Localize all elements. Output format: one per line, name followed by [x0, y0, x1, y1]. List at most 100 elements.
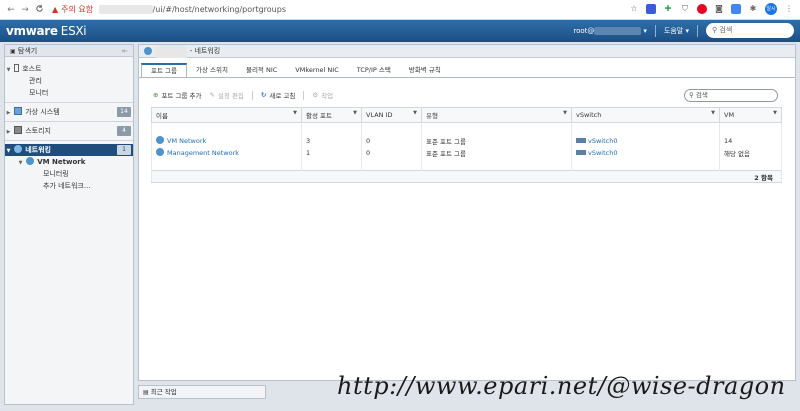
- nav-item-monitor[interactable]: 모니터: [5, 87, 133, 99]
- table-row[interactable]: Management Network 1 0 표준 포트 그룹 vSwitch0…: [151, 146, 782, 159]
- navigator-title: ▣ 탐색기 ⇤: [5, 45, 133, 57]
- column-header-name[interactable]: 이름 ▼: [151, 107, 302, 123]
- logo-esxi: ESXi: [60, 24, 87, 38]
- column-label: vSwitch: [576, 111, 602, 119]
- main-panel: esxi-host - 네트워킹 포트 그룹 가상 스위치 물리적 NIC VM…: [138, 44, 796, 381]
- spacer-row: [151, 122, 782, 135]
- host-icon: [14, 64, 20, 72]
- forward-button[interactable]: →: [18, 5, 32, 15]
- nav-more-networks-label: 추가 네트워크...: [43, 182, 91, 190]
- header-search-placeholder: 검색: [719, 26, 733, 34]
- portgroup-icon: [156, 136, 164, 144]
- expand-icon[interactable]: ▶: [5, 107, 12, 119]
- tab-physical-nics[interactable]: 물리적 NIC: [237, 63, 286, 77]
- menu-icon[interactable]: ⋮: [784, 4, 794, 14]
- refresh-icon: ↻: [260, 91, 267, 99]
- vswitch-link[interactable]: vSwitch0: [588, 137, 617, 145]
- nav-item-storage[interactable]: ▶ 스토리지 4: [5, 125, 133, 137]
- column-header-active-ports[interactable]: 활성 포트 ▼: [301, 107, 362, 123]
- actions-label: 작업: [321, 92, 334, 100]
- column-menu-icon[interactable]: ▼: [293, 110, 297, 116]
- tab-tcpip-stacks[interactable]: TCP/IP 스택: [348, 63, 400, 77]
- table-header-row: 이름 ▼ 활성 포트 ▼ VLAN ID ▼ 유형 ▼ vSwitch ▼ VM ▼: [151, 107, 782, 123]
- help-label: 도움말: [663, 26, 684, 35]
- nav-item-more-networks[interactable]: 추가 네트워크...: [5, 180, 133, 192]
- actions-button[interactable]: ⚙ 작업: [312, 90, 333, 100]
- extension-icon-3[interactable]: [731, 4, 741, 14]
- pinterest-icon[interactable]: [697, 4, 707, 14]
- add-port-group-button[interactable]: ⊕ 포트 그룹 추가: [153, 90, 201, 100]
- recent-tasks-label: 최근 작업: [150, 388, 177, 396]
- extension-icon-1[interactable]: [646, 4, 656, 14]
- column-menu-icon[interactable]: ▼: [563, 110, 567, 116]
- nav-item-host[interactable]: ▼ 호스트: [5, 63, 133, 75]
- search-icon: ⚲: [712, 26, 718, 34]
- nav-manage-label: 관리: [29, 77, 42, 85]
- search-icon: ⚲: [689, 91, 694, 99]
- nav-divider: [5, 102, 133, 103]
- security-warning[interactable]: 주의 요함: [61, 4, 93, 15]
- nav-divider: [5, 121, 133, 122]
- nav-vms-label: 가상 시스템: [25, 108, 60, 116]
- tab-firewall-rules[interactable]: 방화벽 규칙: [400, 63, 450, 77]
- user-menu[interactable]: root@192.168.0.10 ▾: [573, 26, 647, 35]
- recent-tasks-tab[interactable]: ▤ 최근 작업: [138, 385, 266, 399]
- portgroup-link[interactable]: VM Network: [167, 137, 206, 145]
- table-footer: 2 항목: [151, 170, 782, 183]
- nav-item-networking[interactable]: ▼ 네트워킹 1: [5, 144, 133, 156]
- column-header-vlan-id[interactable]: VLAN ID ▼: [361, 107, 422, 123]
- tab-vmkernel-nics[interactable]: VMkernel NIC: [286, 63, 347, 77]
- toolbar-divider: [303, 90, 305, 100]
- puzzle-icon[interactable]: ✱: [748, 4, 758, 14]
- nav-monitor-label: 모니터: [29, 89, 49, 97]
- refresh-button[interactable]: ↻ 새로 고침: [261, 90, 295, 100]
- user-host-redacted: 192.168.0.10: [594, 26, 642, 35]
- profile-avatar[interactable]: 일시: [765, 3, 777, 15]
- nav-item-vm-network[interactable]: ▼ VM Network: [5, 156, 133, 168]
- cell-vswitch[interactable]: vSwitch0: [571, 134, 720, 147]
- cell-name[interactable]: VM Network: [151, 134, 302, 147]
- tab-port-groups[interactable]: 포트 그룹: [141, 63, 187, 77]
- grid-toolbar: ⊕ 포트 그룹 추가 ✎ 설정 편집 ↻ 새로 고침 ⚙ 작업: [153, 90, 341, 100]
- column-menu-icon[interactable]: ▼: [773, 110, 777, 116]
- column-menu-icon[interactable]: ▼: [711, 110, 715, 116]
- reload-button[interactable]: [32, 4, 46, 16]
- extension-icon-2[interactable]: ✚: [663, 4, 673, 14]
- address-bar[interactable]: ▲ 주의 요함 192.168.0.10 /ui/#/host/networki…: [52, 2, 286, 18]
- cell-vswitch[interactable]: vSwitch0: [571, 146, 720, 159]
- header-search-input[interactable]: ⚲ 검색: [706, 23, 794, 38]
- tab-bar: 포트 그룹 가상 스위치 물리적 NIC VMkernel NIC TCP/IP…: [141, 63, 450, 77]
- nav-item-manage[interactable]: 관리: [5, 75, 133, 87]
- column-menu-icon[interactable]: ▼: [353, 110, 357, 116]
- header-divider: [654, 24, 656, 37]
- edit-settings-button[interactable]: ✎ 설정 편집: [209, 90, 243, 100]
- expand-icon[interactable]: ▶: [5, 126, 12, 138]
- nav-vm-network-monitor-label: 모니터링: [43, 170, 69, 178]
- grid-search-input[interactable]: ⚲ 검색: [684, 89, 778, 102]
- nav-item-vm-network-monitor[interactable]: 모니터링: [5, 168, 133, 180]
- column-header-vswitch[interactable]: vSwitch ▼: [571, 107, 720, 123]
- vswitch-icon: [576, 137, 586, 143]
- column-menu-icon[interactable]: ▼: [413, 110, 417, 116]
- column-label: 유형: [426, 112, 438, 120]
- portgroup-link[interactable]: Management Network: [167, 149, 239, 157]
- tab-virtual-switches[interactable]: 가상 스위치: [187, 63, 237, 77]
- column-header-type[interactable]: 유형 ▼: [421, 107, 572, 123]
- esxi-header: vmware ESXi root@192.168.0.10 ▾ 도움말 ▾ ⚲ 검…: [0, 20, 800, 42]
- host-name-redacted: esxi-host: [155, 44, 187, 58]
- column-header-vm[interactable]: VM ▼: [719, 107, 782, 123]
- cell-name[interactable]: Management Network: [151, 146, 302, 159]
- add-port-group-label: 포트 그룹 추가: [161, 92, 202, 100]
- table-row[interactable]: VM Network 3 0 표준 포트 그룹 vSwitch0 14: [151, 134, 782, 147]
- cell-vm: 14: [719, 134, 782, 147]
- back-button[interactable]: ←: [4, 5, 18, 15]
- nav-item-vms[interactable]: ▶ 가상 시스템 14: [5, 106, 133, 118]
- warning-icon: ▲: [52, 5, 59, 14]
- url-host-redacted: 192.168.0.10: [99, 5, 153, 14]
- star-icon[interactable]: ☆: [629, 4, 639, 14]
- help-menu[interactable]: 도움말 ▾: [664, 26, 689, 36]
- vswitch-link[interactable]: vSwitch0: [588, 149, 617, 157]
- collapse-icon[interactable]: ⇤: [122, 45, 128, 57]
- shield-icon[interactable]: ⛉: [680, 4, 690, 14]
- camera-icon[interactable]: ◙: [714, 4, 724, 14]
